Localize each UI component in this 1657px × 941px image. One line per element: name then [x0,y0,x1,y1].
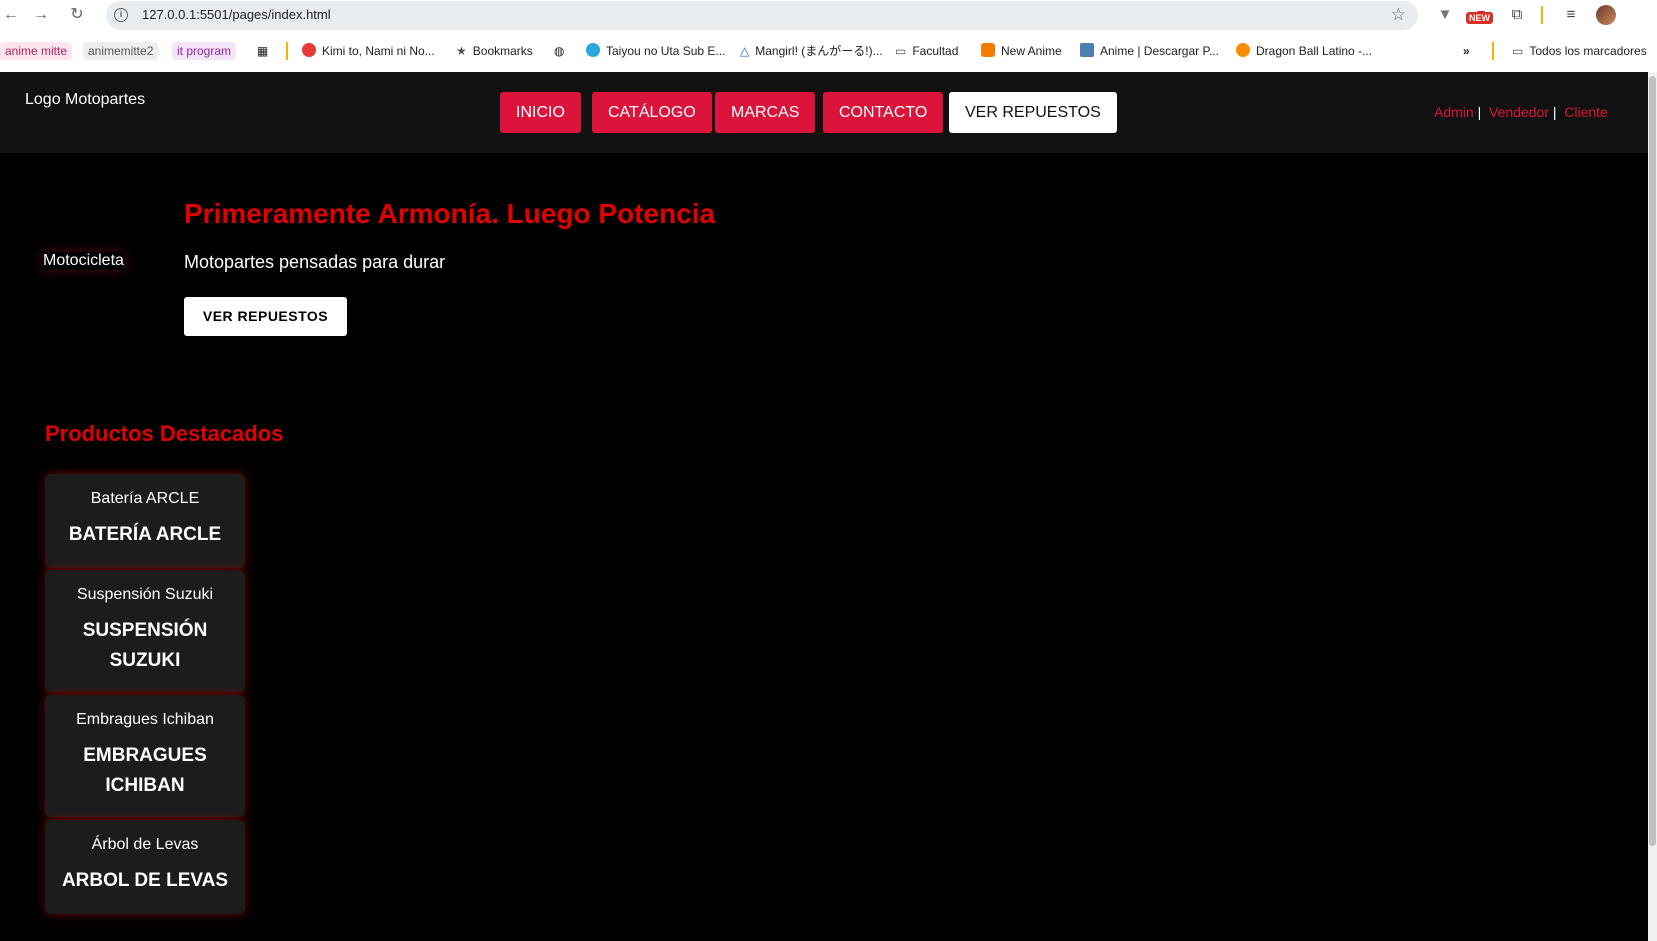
folder-icon: ▭ [895,44,907,58]
role-link-vendedor[interactable]: Vendedor [1489,104,1549,120]
ver-repuestos-button[interactable]: VER REPUESTOS [184,297,347,336]
nav-link-contacto[interactable]: CONTACTO [823,92,944,133]
nav-link-catalogo[interactable]: CATÁLOGO [592,92,712,133]
blogger-icon [981,43,995,57]
bookmark-label: New Anime [1001,44,1062,58]
youtube-icon [302,43,316,57]
bookmark-item[interactable]: it program [172,42,237,60]
folder-icon: ▭ [1512,44,1524,58]
bookmark-label: Mangirl! (まんがーる!)... [755,44,883,58]
role-links: Admin | Vendedor | Cliente [1434,104,1608,120]
product-image: Embragues Ichiban [76,711,214,728]
scrollbar-thumb[interactable] [1649,76,1656,846]
bookmarks-bar: anime mitte animemitte2 it program ▦ Kim… [0,38,1657,64]
reload-icon[interactable]: ↻ [66,4,88,26]
url-text[interactable]: 127.0.0.1:5501/pages/index.html [142,7,331,22]
logo-image[interactable]: Logo Motopartes [25,91,145,109]
bookmark-item[interactable]: ▭ Facultad [895,42,958,60]
product-card[interactable]: Suspensión Suzuki Suspensión Suzuki [45,570,245,692]
bookmark-item[interactable]: animemitte2 [83,42,159,60]
avatar[interactable] [1596,5,1616,25]
bookmark-star-icon[interactable]: ☆ [1391,5,1406,25]
product-card[interactable]: Batería ARCLE Batería ARCLE [45,474,245,568]
triangle-site-icon: △ [740,44,750,58]
bookmark-label: Todos los marcadores [1529,44,1647,58]
product-image: Árbol de Levas [91,836,199,853]
globe-icon[interactable]: ◍ [554,42,564,60]
product-name: Suspensión Suzuki [82,620,208,671]
site-info-icon[interactable]: i [114,8,128,22]
bookmark-item[interactable]: New Anime [981,42,1062,60]
bookmark-label: Facultad [912,44,959,58]
hero-image: Motocicleta [43,252,124,269]
extension-v-icon[interactable]: ▼ [1434,4,1456,26]
forward-icon[interactable]: → [30,4,52,26]
bookmark-label: Anime | Descargar P... [1100,44,1219,58]
site-header: Logo Motopartes INICIO CATÁLOGO MARCAS C… [0,72,1648,153]
bookmark-label: Taiyou no Uta Sub E... [606,44,726,58]
bookmark-item[interactable]: Dragon Ball Latino -... [1236,42,1372,60]
role-separator: | [1477,104,1482,120]
hero-subtitle: Motopartes pensadas para durar [184,252,446,272]
product-card[interactable]: Árbol de Levas Arbol de Levas [45,820,245,914]
nav-cta-ver-repuestos[interactable]: VER REPUESTOS [949,92,1117,133]
media-queue-icon[interactable]: ≡ [1560,4,1582,26]
new-badge: NEW [1466,12,1493,24]
bookmark-item[interactable]: Kimi to, Nami ni No... [302,42,435,60]
star-icon: ★ [456,44,467,58]
featured-title: Productos Destacados [45,421,284,446]
nav-link-inicio[interactable]: INICIO [500,92,581,133]
product-image: Suspensión Suzuki [76,586,214,603]
extensions-puzzle-icon[interactable]: ⧉ [1506,4,1528,26]
divider [286,42,288,60]
product-name: Embragues Ichiban [83,745,207,796]
dragon-ball-icon [1236,43,1250,57]
product-name: Batería ARCLE [68,524,222,545]
more-bookmarks-chevron-icon[interactable]: » [1463,42,1470,60]
bookmark-item[interactable]: Taiyou no Uta Sub E... [586,42,725,60]
nav-link-marcas[interactable]: MARCAS [715,92,816,133]
product-name: Arbol de Levas [61,870,229,891]
back-icon[interactable]: ← [0,4,22,26]
divider [1492,42,1494,60]
product-image: Batería ARCLE [90,490,200,507]
all-bookmarks-folder[interactable]: ▭ Todos los marcadores [1512,42,1647,60]
bookmark-item[interactable]: △ Mangirl! (まんがーる!)... [740,42,883,60]
role-link-admin[interactable]: Admin [1434,104,1474,120]
bookmark-label: Dragon Ball Latino -... [1256,44,1373,58]
role-link-cliente[interactable]: Cliente [1564,104,1608,120]
bookmark-item[interactable]: ★ Bookmarks [456,42,533,60]
bookmark-item[interactable]: Anime | Descargar P... [1080,42,1219,60]
v-site-icon [586,43,600,57]
role-separator: | [1552,104,1557,120]
bookmark-item[interactable]: anime mitte [0,42,73,60]
bookmark-label: Bookmarks [472,44,533,58]
hero-title: Primeramente Armonía. Luego Potencia [184,198,716,229]
divider [1541,6,1543,24]
address-bar[interactable]: i 127.0.0.1:5501/pages/index.html ☆ [106,1,1418,30]
bookmark-label: Kimi to, Nami ni No... [322,44,435,58]
browser-toolbar: ← → ↻ i 127.0.0.1:5501/pages/index.html … [0,0,1657,30]
film-site-icon [1080,43,1094,57]
apps-grid-icon[interactable]: ▦ [257,42,268,60]
product-card[interactable]: Embragues Ichiban Embragues Ichiban [45,695,245,817]
